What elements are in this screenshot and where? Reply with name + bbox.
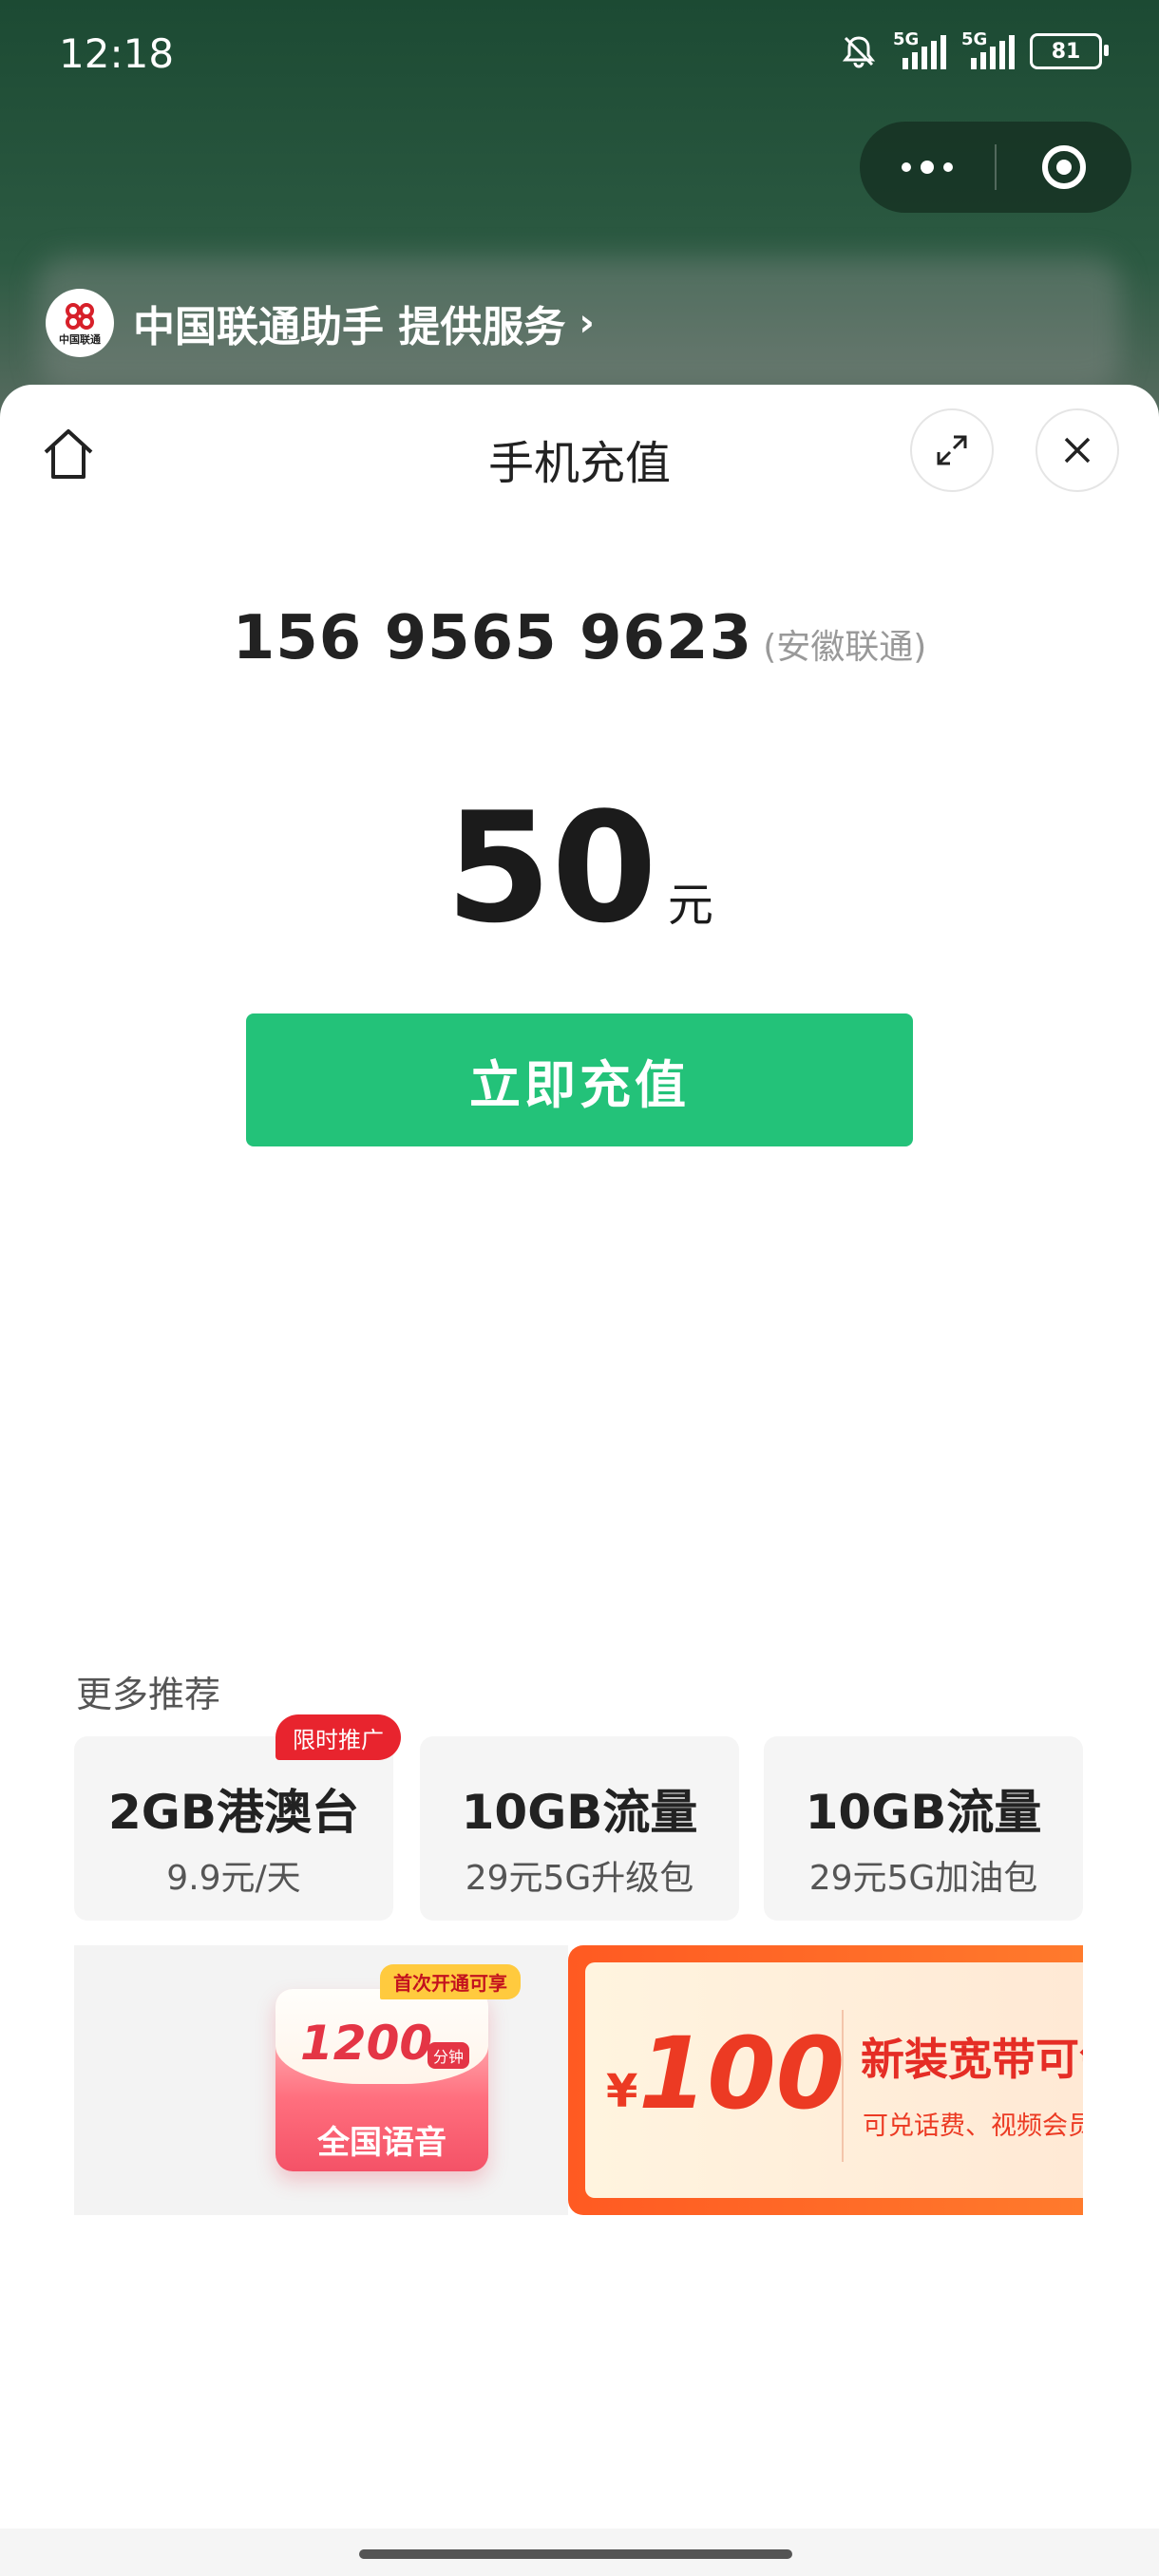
target-icon [1042, 145, 1086, 189]
recharge-amount: 50 [446, 779, 657, 957]
unicom-logo: 中国联通 [46, 289, 114, 357]
recommend-card-sub: 29元5G加油包 [808, 1859, 1038, 1898]
carrier-label: (安徽联通) [763, 628, 927, 667]
status-time: 12:18 [59, 30, 175, 77]
close-button[interactable] [1036, 408, 1119, 492]
voice-label: 全国语音 [317, 2124, 446, 2162]
currency-symbol: ¥ [606, 2065, 638, 2118]
recommend-card-sub: 9.9元/天 [166, 1859, 301, 1898]
signal-label: 5G [961, 29, 988, 49]
first-open-tag: 首次开通可享 [380, 1964, 521, 1999]
recommend-card-sub: 29元5G升级包 [465, 1859, 694, 1898]
mute-bell-icon [842, 36, 876, 68]
recharge-now-button[interactable]: 立即充值 [246, 1013, 913, 1146]
status-bar: 12:18 5G 5G 81 [0, 0, 1159, 114]
expand-icon [937, 435, 967, 465]
voice-unit: 分钟 [428, 2042, 470, 2069]
amount-unit: 元 [667, 879, 713, 932]
recommend-card-title: 10GB流量 [461, 1785, 698, 1840]
more-button[interactable] [860, 122, 995, 213]
voice-card: 1200 分钟 全国语音 [276, 1989, 488, 2171]
provider-link[interactable]: 中国联通 中国联通助手 提供服务 › [46, 289, 595, 357]
broadband-amount: 100 [638, 2016, 846, 2131]
logo-text: 中国联通 [59, 333, 101, 346]
status-icons: 5G 5G 81 [840, 29, 1109, 70]
recommend-card[interactable]: 2GB港澳台 9.9元/天 [74, 1736, 393, 1921]
more-dots-icon [902, 161, 953, 174]
promo-badge: 限时推广 [276, 1714, 401, 1760]
close-miniprogram-button[interactable] [997, 122, 1131, 213]
broadband-inner: ¥ 100 新装宽带可领 可兑话费、视频会员 [585, 1962, 1083, 2198]
battery-icon: 81 [1030, 33, 1109, 69]
provider-text: 中国联通助手 提供服务 [133, 303, 566, 351]
chevron-right-icon: › [579, 301, 595, 345]
close-icon [1064, 437, 1091, 464]
banner-divider [842, 2010, 844, 2162]
signal-icon: 5G [961, 29, 1015, 69]
voice-minutes: 1200 [300, 2016, 433, 2071]
miniprogram-capsule [860, 122, 1131, 213]
recommend-card[interactable]: 10GB流量 29元5G加油包 [764, 1736, 1083, 1921]
phone-number: 156 9565 9623 [232, 603, 753, 673]
broadband-title: 新装宽带可领 [861, 2034, 1083, 2085]
unicom-knot-icon [66, 303, 94, 330]
recommend-card[interactable]: 10GB流量 29元5G升级包 [420, 1736, 739, 1921]
recommend-card-title: 10GB流量 [805, 1785, 1042, 1840]
home-indicator[interactable] [359, 2549, 792, 2559]
recommend-card-title: 2GB港澳台 [108, 1785, 359, 1840]
amount-row: 50 元 [0, 779, 1159, 957]
more-recommend-label: 更多推荐 [76, 1674, 221, 1715]
signal-icon: 5G [893, 29, 946, 69]
sheet [0, 385, 1159, 2576]
broadband-banner[interactable]: ¥ 100 新装宽带可领 可兑话费、视频会员 [568, 1945, 1083, 2215]
expand-button[interactable] [910, 408, 994, 492]
battery-level: 81 [1051, 39, 1081, 64]
signal-label: 5G [893, 29, 920, 49]
phone-row: 156 9565 9623 (安徽联通) [0, 603, 1159, 673]
broadband-sub: 可兑话费、视频会员 [863, 2112, 1083, 2141]
